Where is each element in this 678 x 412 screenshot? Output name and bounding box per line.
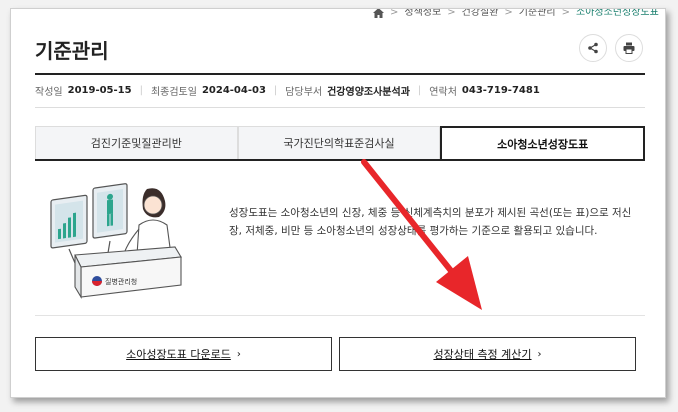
breadcrumb-item[interactable]: 정책정보 [404, 9, 441, 18]
dept-label: 담당부서 [285, 87, 323, 98]
breadcrumb: > 정책정보 > 건강질환 > 기준관리 > 소아청소년성장도표 [373, 8, 665, 26]
breadcrumb-separator: > [447, 8, 456, 18]
print-icon [623, 42, 635, 54]
chevron-right-icon: › [236, 348, 241, 360]
page-title: 기준관리 [35, 39, 109, 63]
breadcrumb-separator: > [390, 8, 399, 18]
growth-calculator-button[interactable]: 성장상태 측정 계산기 › [339, 337, 636, 371]
tab-screening-standards[interactable]: 검진기준및질관리반 [35, 126, 238, 159]
document-meta: 작성일 2019-05-15 | 최종검토일 2024-04-03 | 담당부서… [35, 83, 540, 98]
created-date: 2019-05-15 [67, 85, 132, 96]
download-growth-chart-button[interactable]: 소아성장도표 다운로드 › [35, 337, 332, 371]
content-description: 성장도표는 소아청소년의 신장, 체중 등 신체계측치의 분포가 제시된 곡선(… [229, 207, 632, 237]
share-icon [588, 42, 598, 54]
breadcrumb-current: 소아청소년성장도표 [576, 8, 659, 18]
breadcrumb-separator: > [561, 8, 570, 18]
tab-growth-charts[interactable]: 소아청소년성장도표 [440, 126, 646, 159]
dept-name: 건강영양조사분석과 [327, 87, 410, 98]
content-divider [35, 315, 645, 316]
meta-divider-line [35, 107, 645, 108]
tab-bar: 검진기준및질관리반 국가진단의학표준검사실 소아청소년성장도표 [35, 126, 646, 161]
print-button[interactable] [615, 34, 643, 62]
reviewed-date: 2024-04-03 [201, 85, 266, 96]
contact-label: 연락처 [429, 87, 457, 98]
breadcrumb-item[interactable]: 건강질환 [462, 9, 499, 18]
reviewed-label: 최종검토일 [150, 87, 197, 98]
share-button[interactable] [579, 34, 607, 62]
doctor-illustration: 질병관리청 [50, 183, 182, 299]
breadcrumb-item[interactable]: 기준관리 [519, 9, 556, 18]
download-button-label: 소아성장도표 다운로드 [126, 348, 231, 361]
breadcrumb-separator: > [504, 8, 513, 18]
content-frame: > 정책정보 > 건강질환 > 기준관리 > 소아청소년성장도표 기준관리 작성… [10, 8, 666, 398]
created-label: 작성일 [35, 87, 63, 98]
illustration-sign-text: 질병관리청 [105, 277, 137, 286]
meta-divider: | [139, 85, 143, 96]
chevron-right-icon: › [537, 348, 542, 360]
title-divider [35, 73, 645, 75]
calculator-button-label: 성장상태 측정 계산기 [433, 348, 532, 361]
meta-divider: | [417, 85, 422, 96]
contact-number: 043-719-7481 [461, 85, 540, 96]
tab-national-lab-standards[interactable]: 국가진단의학표준검사실 [237, 126, 441, 159]
meta-divider: | [273, 85, 278, 96]
home-icon[interactable] [373, 8, 384, 18]
